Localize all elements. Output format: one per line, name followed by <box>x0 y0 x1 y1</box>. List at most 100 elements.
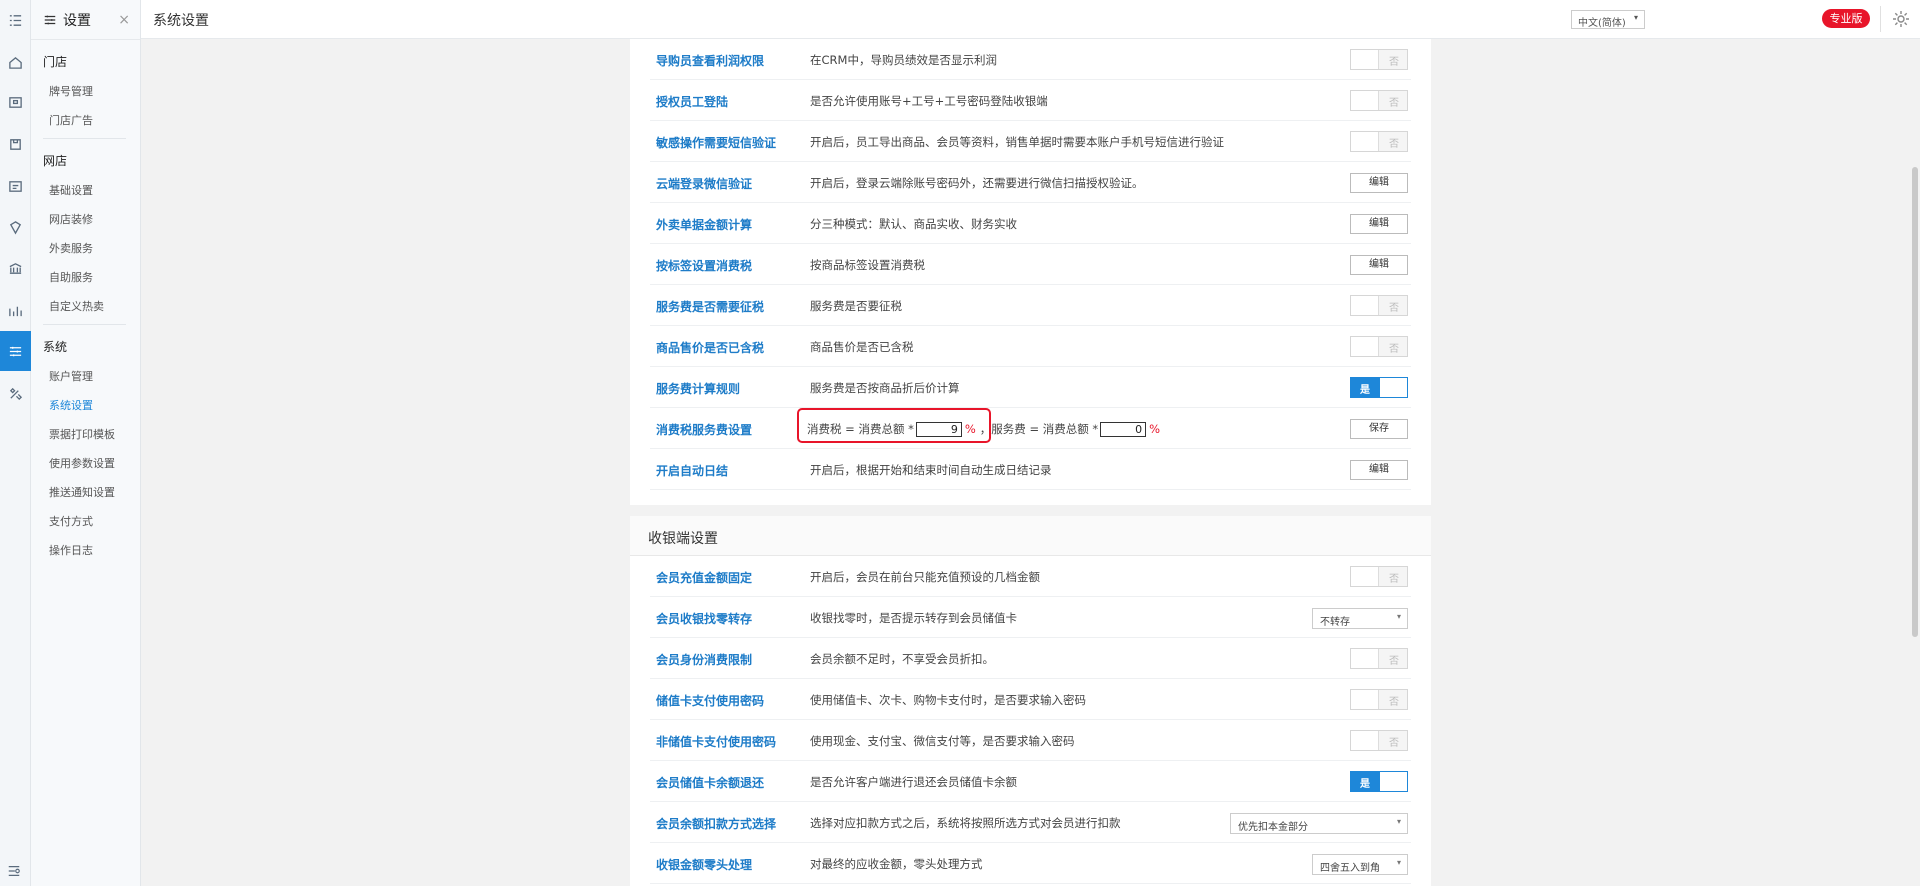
toggle-text: 是 <box>1360 385 1370 396</box>
setting-label: 会员储值卡余额退还 <box>656 776 765 790</box>
tax-formula: 消费税 = 消费总额 * 9 % ，服务费 = 消费总额 * 0 % <box>807 421 1164 437</box>
toggle-switch[interactable]: 否 <box>1350 49 1408 70</box>
collapse-icon[interactable] <box>7 864 23 880</box>
toggle-knob <box>1379 772 1407 791</box>
toggle-switch[interactable]: 否 <box>1350 131 1408 152</box>
toggle-switch[interactable]: 否 <box>1350 648 1408 669</box>
dropdown-select[interactable]: 不转存 ▾ <box>1312 608 1408 629</box>
toggle-text: 否 <box>1389 574 1399 585</box>
setting-label: 授权员工登陆 <box>656 95 729 109</box>
dropdown-value: 四舍五入到角 <box>1320 863 1380 874</box>
edit-button[interactable]: 编辑 <box>1350 255 1408 275</box>
setting-row: 会员身份消费限制 会员余额不足时，不享受会员折扣。 否 <box>650 638 1411 679</box>
sidebar-item[interactable]: 支付方式 <box>31 506 140 535</box>
setting-row: 导购员查看利润权限 在CRM中，导购员绩效是否显示利润 否 <box>650 39 1411 80</box>
setting-label: 消费税服务费设置 <box>656 423 753 437</box>
toggle-switch[interactable]: 否 <box>1350 295 1408 316</box>
sidebar-item[interactable]: 操作日志 <box>31 535 140 564</box>
language-select[interactable]: 中文(简体) ▾ <box>1571 10 1645 29</box>
gear-icon[interactable] <box>1891 9 1913 31</box>
toggle-switch[interactable]: 否 <box>1350 90 1408 111</box>
setting-description: 开启后，根据开始和结束时间自动生成日结记录 <box>810 463 1052 477</box>
chevron-down-icon: ▾ <box>1396 612 1401 621</box>
toggle-switch[interactable]: 否 <box>1350 566 1408 587</box>
setting-label: 储值卡支付使用密码 <box>656 694 765 708</box>
chart-icon[interactable] <box>0 290 31 330</box>
setting-row: 非储值卡支付使用密码 使用现金、支付宝、微信支付等，是否要求输入密码 否 <box>650 720 1411 761</box>
sidebar-item[interactable]: 系统设置 <box>31 390 140 419</box>
toggle-knob <box>1351 91 1379 110</box>
sidebar-item[interactable]: 门店广告 <box>31 105 140 134</box>
setting-label: 服务费计算规则 <box>656 382 741 396</box>
percent-sign: % <box>1149 422 1161 436</box>
close-icon[interactable]: × <box>118 12 130 28</box>
sidebar-item[interactable]: 账户管理 <box>31 361 140 390</box>
top-bar: 系统设置 中文(简体) ▾ 专业版 <box>141 0 1920 39</box>
setting-row: 储值卡支付使用密码 使用储值卡、次卡、购物卡支付时，是否要求输入密码 否 <box>650 679 1411 720</box>
menu-icon[interactable] <box>0 0 31 40</box>
chevron-down-icon: ▾ <box>1633 13 1638 22</box>
shop-icon[interactable] <box>0 124 31 164</box>
shield-icon[interactable] <box>0 207 31 247</box>
toggle-knob <box>1351 567 1379 586</box>
report-icon[interactable] <box>0 166 31 206</box>
setting-description: 服务费是否按商品折后价计算 <box>810 381 960 395</box>
chevron-down-icon: ▾ <box>1396 858 1401 867</box>
settings-sliders-icon <box>44 15 56 24</box>
setting-description: 使用现金、支付宝、微信支付等，是否要求输入密码 <box>810 734 1075 748</box>
toggle-switch[interactable]: 是 <box>1350 771 1408 792</box>
sidebar-header: 设置 × <box>31 0 140 40</box>
toggle-knob <box>1379 378 1407 397</box>
store-icon[interactable] <box>0 82 31 122</box>
edit-button[interactable]: 编辑 <box>1350 214 1408 234</box>
toggle-knob <box>1351 649 1379 668</box>
setting-label: 外卖单据金额计算 <box>656 218 753 232</box>
sidebar-item[interactable]: 自助服务 <box>31 262 140 291</box>
scrollbar[interactable] <box>1910 39 1920 886</box>
edit-button[interactable]: 编辑 <box>1350 460 1408 480</box>
home-icon[interactable] <box>0 42 31 82</box>
setting-row: 服务费是否需要征税 服务费是否要征税 否 <box>650 285 1411 326</box>
sidebar-item[interactable]: 外卖服务 <box>31 233 140 262</box>
toggle-switch[interactable]: 是 <box>1350 377 1408 398</box>
setting-description: 收银找零时，是否提示转存到会员储值卡 <box>810 611 1017 625</box>
settings-sliders-icon[interactable] <box>0 331 31 371</box>
setting-description: 按商品标签设置消费税 <box>810 258 925 272</box>
dropdown-select[interactable]: 四舍五入到角 ▾ <box>1312 854 1408 875</box>
sidebar-item[interactable]: 使用参数设置 <box>31 448 140 477</box>
service-prefix: ，服务费 = 消费总额 * <box>979 422 1099 436</box>
tax-rate-input[interactable]: 9 <box>915 421 962 437</box>
sidebar-item[interactable]: 票据打印模板 <box>31 419 140 448</box>
toggle-knob <box>1351 132 1379 151</box>
setting-description: 商品售价是否已含税 <box>810 340 914 354</box>
toggle-knob <box>1351 731 1379 750</box>
setting-row: 会员余额扣款方式选择 选择对应扣款方式之后，系统将按照所选方式对会员进行扣款 优先扣… <box>650 802 1411 843</box>
tools-icon[interactable] <box>0 373 31 413</box>
setting-label: 会员收银找零转存 <box>656 612 753 626</box>
sidebar-item[interactable]: 网店装修 <box>31 204 140 233</box>
sidebar-item[interactable]: 自定义热卖 <box>31 291 140 320</box>
edit-button[interactable]: 编辑 <box>1350 173 1408 193</box>
toggle-switch[interactable]: 否 <box>1350 689 1408 710</box>
dropdown-select[interactable]: 优先扣本金部分 ▾ <box>1230 813 1408 834</box>
toggle-switch[interactable]: 否 <box>1350 336 1408 357</box>
setting-label: 会员充值金额固定 <box>656 571 753 585</box>
setting-row: 服务费计算规则 服务费是否按商品折后价计算 是 <box>650 367 1411 408</box>
sidebar-group-label: 系统 <box>43 340 68 354</box>
toggle-text: 否 <box>1389 344 1399 355</box>
setting-row: 会员储值卡余额退还 是否允许客户端进行退还会员储值卡余额 是 <box>650 761 1411 802</box>
dropdown-value: 不转存 <box>1320 617 1350 628</box>
bank-icon[interactable] <box>0 248 31 288</box>
sidebar-item[interactable]: 基础设置 <box>31 175 140 204</box>
toggle-switch[interactable]: 否 <box>1350 730 1408 751</box>
setting-description: 在CRM中，导购员绩效是否显示利润 <box>810 53 997 67</box>
icon-rail <box>0 0 31 886</box>
sidebar-item[interactable]: 牌号管理 <box>31 76 140 105</box>
sidebar-item[interactable]: 推送通知设置 <box>31 477 140 506</box>
setting-label: 商品售价是否已含税 <box>656 341 765 355</box>
service-rate-input[interactable]: 0 <box>1100 421 1147 437</box>
setting-label: 按标签设置消费税 <box>656 259 753 273</box>
scrollbar-thumb[interactable] <box>1912 167 1918 637</box>
setting-row: 商品售价是否已含税 商品售价是否已含税 否 <box>650 326 1411 367</box>
save-button[interactable]: 保存 <box>1350 419 1408 439</box>
